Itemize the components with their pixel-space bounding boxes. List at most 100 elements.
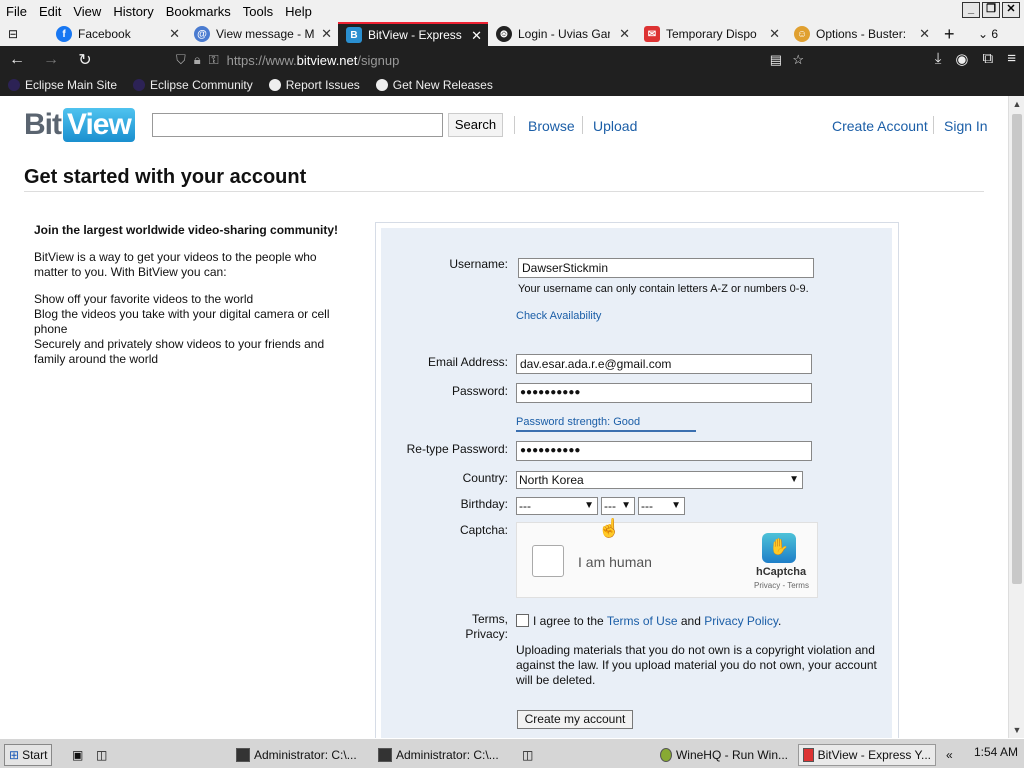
- create-account-link[interactable]: Create Account: [832, 118, 928, 134]
- tab-options-buster[interactable]: ☺ Options - Buster: ✕: [786, 22, 936, 46]
- new-tab-button[interactable]: +: [936, 22, 970, 46]
- address-bar[interactable]: ⛉ 🔒︎ ⚿ https://www.bitview.net/signup ▤ …: [176, 49, 816, 71]
- start-button[interactable]: ⊞ Start: [4, 744, 53, 766]
- tray-collapse-icon[interactable]: «: [942, 744, 957, 766]
- captcha-text: I am human: [578, 554, 652, 570]
- bookmark-new-releases[interactable]: Get New Releases: [375, 78, 493, 92]
- menu-tools[interactable]: Tools: [237, 4, 279, 19]
- email-field[interactable]: dav.esar.ada.r.e@gmail.com: [516, 354, 812, 374]
- bitview-icon: B: [346, 27, 362, 43]
- taskbar-folder-icon[interactable]: ◫: [518, 744, 537, 766]
- hand-cursor-icon: ☝: [598, 518, 621, 538]
- bookmark-report-issues[interactable]: Report Issues: [268, 78, 360, 92]
- close-tab-icon[interactable]: ✕: [919, 26, 930, 42]
- reader-view-icon[interactable]: ▤: [770, 52, 782, 68]
- tab-count: 6: [991, 27, 999, 41]
- tab-temporary[interactable]: ✉ Temporary Dispo ✕: [636, 22, 786, 46]
- tab-uvias[interactable]: ⊛ Login - Uvias Gar ✕: [488, 22, 636, 46]
- back-arrow-icon[interactable]: ←: [0, 51, 34, 69]
- reload-icon[interactable]: ↻: [68, 50, 102, 70]
- close-tab-icon[interactable]: ✕: [169, 26, 180, 42]
- plus-icon: +: [944, 23, 955, 44]
- terms-checkbox[interactable]: [516, 614, 529, 627]
- country-select[interactable]: North Korea ▼: [516, 471, 803, 489]
- username-field[interactable]: DawserStickmin: [518, 258, 814, 278]
- chevron-down-icon: ▼: [584, 500, 594, 511]
- site-search-input[interactable]: [152, 113, 443, 137]
- menu-history[interactable]: History: [107, 4, 159, 19]
- account-icon[interactable]: ◉: [955, 50, 968, 68]
- github-icon: [375, 79, 388, 91]
- birthday-year-select[interactable]: --- ▼: [638, 497, 685, 515]
- facebook-icon: f: [56, 26, 72, 42]
- terms-of-use-link[interactable]: Terms of Use: [607, 614, 678, 628]
- tab-facebook[interactable]: f Facebook ✕: [48, 22, 186, 46]
- close-icon[interactable]: ✕: [1002, 2, 1020, 18]
- hcaptcha-logo-icon: ✋: [762, 533, 796, 563]
- bookmarks-bar: Eclipse Main Site Eclipse Community Repo…: [0, 74, 1024, 96]
- password-strength-bar: [516, 430, 696, 432]
- chevron-down-icon: ▼: [789, 474, 799, 485]
- tab-view-message[interactable]: @ View message - M ✕: [186, 22, 338, 46]
- tab-list-button[interactable]: ⊟: [0, 22, 48, 46]
- quick-launch-icon[interactable]: ▣: [68, 744, 87, 766]
- check-availability-link[interactable]: Check Availability: [516, 310, 601, 322]
- page-scrollbar[interactable]: ▲ ▼: [1008, 96, 1024, 738]
- github-icon: [268, 79, 281, 91]
- menu-view[interactable]: View: [67, 4, 107, 19]
- menu-file[interactable]: File: [0, 4, 33, 19]
- captcha-checkbox[interactable]: [532, 545, 564, 577]
- header-divider: [933, 116, 934, 134]
- mail-icon: ✉: [644, 26, 660, 42]
- toolbar-right: ⤓ ◉ ⧉ ≡: [935, 50, 1016, 68]
- site-search-button[interactable]: Search: [448, 113, 503, 137]
- bookmark-eclipse-community[interactable]: Eclipse Community: [133, 78, 253, 92]
- tab-bitview[interactable]: B BitView - Express ✕: [338, 22, 488, 46]
- taskbar-item-admin-1[interactable]: Administrator: C:\...: [232, 744, 368, 766]
- forward-arrow-icon[interactable]: →: [34, 51, 68, 69]
- bitview-logo[interactable]: Bit View: [24, 106, 135, 144]
- tab-overflow-button[interactable]: ⌄ 6: [970, 22, 1014, 46]
- hamburger-menu-icon[interactable]: ≡: [1007, 50, 1016, 68]
- taskbar-item-admin-2[interactable]: Administrator: C:\...: [374, 744, 510, 766]
- feature-item: Blog the videos you take with your digit…: [34, 307, 330, 336]
- chevron-down-icon: ⌄: [978, 27, 989, 41]
- close-tab-icon[interactable]: ✕: [619, 26, 630, 42]
- browse-link[interactable]: Browse: [528, 118, 575, 134]
- menu-bookmarks[interactable]: Bookmarks: [160, 4, 237, 19]
- password-field[interactable]: ●●●●●●●●●●: [516, 383, 812, 403]
- taskbar-item-bitview[interactable]: BitView - Express Y...: [798, 744, 936, 766]
- copyright-warning: Uploading materials that you do not own …: [516, 643, 877, 687]
- close-tab-icon[interactable]: ✕: [769, 26, 780, 42]
- birthday-month-select[interactable]: --- ▼: [516, 497, 598, 515]
- restore-icon[interactable]: ❐: [982, 2, 1000, 18]
- bookmark-label: Eclipse Community: [150, 78, 253, 92]
- star-icon[interactable]: ☆: [792, 52, 804, 68]
- navigation-bar: ← → ↻ ⛉ 🔒︎ ⚿ https://www.bitview.net/sig…: [0, 46, 1024, 74]
- privacy-policy-link[interactable]: Privacy Policy: [704, 614, 778, 628]
- tab-label: Options - Buster:: [816, 27, 907, 41]
- download-icon[interactable]: ⤓: [935, 50, 942, 68]
- menu-edit[interactable]: Edit: [33, 4, 67, 19]
- close-tab-icon[interactable]: ✕: [471, 28, 482, 44]
- captcha-privacy-terms[interactable]: Privacy - Terms: [754, 581, 809, 590]
- menu-help[interactable]: Help: [279, 4, 318, 19]
- scroll-up-icon[interactable]: ▲: [1009, 96, 1024, 112]
- scrollbar-thumb[interactable]: [1012, 114, 1022, 584]
- taskbar: ⊞ Start ▣ ◫ Administrator: C:\... Adminis…: [0, 738, 1024, 768]
- birthday-day-select[interactable]: --- ▼: [601, 497, 635, 515]
- quick-launch-icon[interactable]: ◫: [92, 744, 111, 766]
- username-label: Username:: [449, 257, 508, 271]
- sign-in-link[interactable]: Sign In: [944, 118, 988, 134]
- taskbar-item-winehq[interactable]: WineHQ - Run Win...: [656, 744, 792, 766]
- scroll-down-icon[interactable]: ▼: [1009, 722, 1024, 738]
- extensions-icon[interactable]: ⧉: [983, 50, 994, 68]
- bookmark-eclipse-main[interactable]: Eclipse Main Site: [8, 78, 117, 92]
- close-tab-icon[interactable]: ✕: [321, 26, 332, 42]
- retype-password-field[interactable]: ●●●●●●●●●●: [516, 441, 812, 461]
- create-account-button[interactable]: Create my account: [517, 710, 633, 729]
- upload-link[interactable]: Upload: [593, 118, 637, 134]
- url-text: https://www.bitview.net/signup: [226, 52, 400, 68]
- retype-password-label: Re-type Password:: [406, 442, 508, 456]
- minimize-icon[interactable]: _: [962, 2, 980, 18]
